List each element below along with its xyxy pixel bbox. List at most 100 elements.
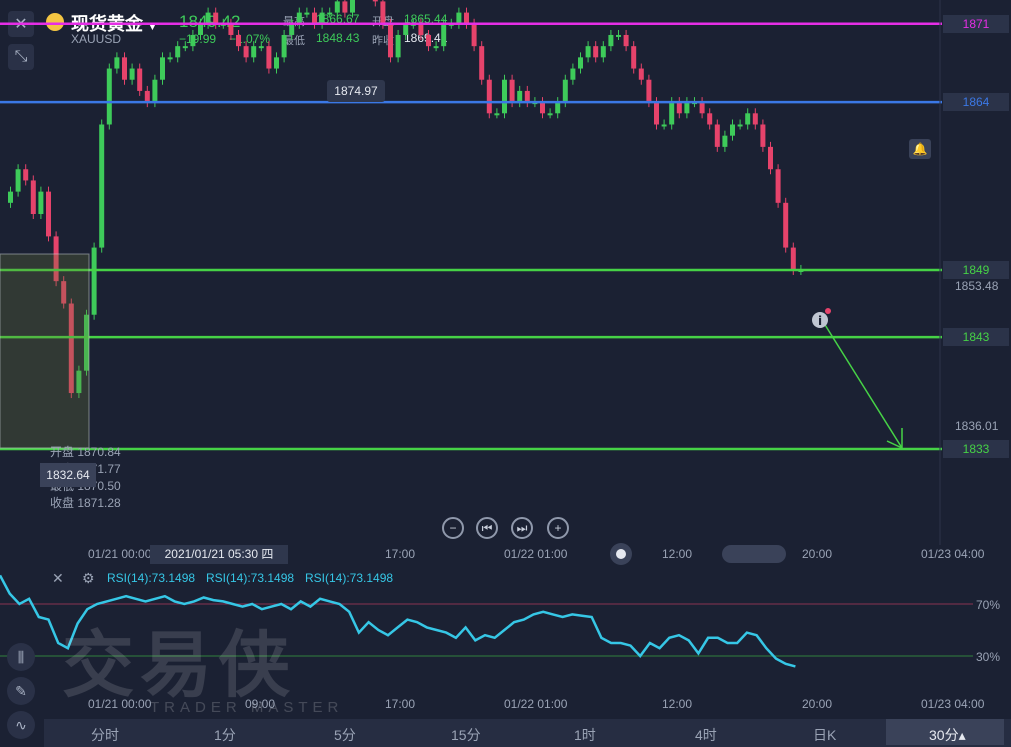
candle-body[interactable] [205,12,211,24]
candle-body[interactable] [198,23,203,35]
candle-body[interactable] [524,90,530,103]
tab-timeframe[interactable]: 5分 [334,725,356,745]
candle-body[interactable] [676,102,682,114]
candle-body[interactable] [517,90,523,103]
candle-body[interactable] [486,79,492,114]
candle-body[interactable] [707,113,713,125]
candle-body[interactable] [464,12,469,24]
candle-body[interactable] [441,23,447,47]
candle-body[interactable] [775,169,781,203]
candle-body[interactable] [8,191,13,203]
candle-body[interactable] [296,12,302,24]
tab-timeframe[interactable]: 1时 [574,725,596,745]
candle-body[interactable] [190,34,196,47]
candle-body[interactable] [578,57,583,69]
candle-body[interactable] [46,191,51,237]
candle-body[interactable] [266,46,272,69]
candle-body[interactable] [479,46,485,80]
candle-body[interactable] [38,191,44,215]
candle-body[interactable] [30,180,36,215]
candle-body[interactable] [600,46,606,58]
candle-body[interactable] [502,79,507,114]
event-markers[interactable] [722,545,786,563]
candle-body[interactable] [494,113,500,116]
candle-body[interactable] [327,12,333,15]
candle-body[interactable] [426,34,431,47]
candle-body[interactable] [274,57,279,69]
scroll-end-button[interactable]: ⏭ [511,517,533,539]
gear-icon[interactable]: ⚙ [82,570,95,587]
candle-body[interactable] [106,68,112,125]
candle-body[interactable] [418,23,424,35]
close-indicator-icon[interactable]: ✕ [52,570,64,587]
candle-body[interactable] [403,23,409,35]
candle-body[interactable] [540,102,545,114]
candle-body[interactable] [243,46,249,58]
playback-toggle[interactable] [610,543,632,565]
candle-body[interactable] [509,79,515,103]
candle-body[interactable] [471,23,477,47]
bell-icon[interactable]: 🔔 [909,139,931,159]
candle-body[interactable] [661,124,667,127]
candle-body[interactable] [380,1,386,24]
candle-body[interactable] [350,0,355,13]
candle-body[interactable] [456,12,462,24]
candle-body[interactable] [714,124,720,147]
candle-body[interactable] [730,124,735,136]
candle-body[interactable] [388,23,393,58]
draw-tool-button[interactable]: ✎ [7,677,35,705]
candle-body[interactable] [783,202,789,248]
tab-timeframe[interactable]: 分时 [91,725,119,745]
candle-body[interactable] [152,79,158,103]
candle-body[interactable] [342,1,348,13]
tab-timeframe-active[interactable]: 30分▴ [929,725,966,745]
candle-body[interactable] [593,46,599,58]
tab-timeframe[interactable]: 日K [813,725,836,745]
candle-body[interactable] [91,247,97,315]
zoom-in-button[interactable]: + [547,517,569,539]
candle-body[interactable] [395,34,401,58]
tab-timeframe[interactable]: 15分 [451,725,481,745]
candle-body[interactable] [547,113,553,116]
candle-body[interactable] [334,1,340,13]
candle-body[interactable] [737,124,743,127]
candle-body[interactable] [562,79,568,103]
scroll-start-button[interactable]: ⏮ [476,517,498,539]
candle-body[interactable] [312,12,317,24]
candle-body[interactable] [319,12,325,24]
candle-body[interactable] [616,34,621,37]
candle-body[interactable] [570,68,576,80]
candle-body[interactable] [745,113,751,125]
candle-body[interactable] [555,102,561,114]
candle-body[interactable] [684,102,690,114]
candle-body[interactable] [213,12,219,24]
candle-body[interactable] [23,169,29,181]
candle-body[interactable] [289,23,295,35]
candle-body[interactable] [175,46,181,58]
candle-body[interactable] [623,34,629,47]
candle-body[interactable] [182,46,188,49]
candle-body[interactable] [585,46,591,58]
tab-timeframe[interactable]: 4时 [695,725,717,745]
candle-body[interactable] [752,113,758,125]
candle-body[interactable] [144,90,150,103]
candle-body[interactable] [304,12,310,15]
candle-body[interactable] [114,57,120,69]
candle-body[interactable] [433,46,439,49]
candle-body[interactable] [258,46,264,49]
candle-body[interactable] [99,124,105,248]
candle-body[interactable] [236,34,241,47]
candle-body[interactable] [251,46,257,58]
candle-body[interactable] [160,57,165,80]
candle-body[interactable] [122,57,127,80]
candle-body[interactable] [15,169,21,192]
candle-body[interactable] [281,34,287,58]
candle-body[interactable] [722,135,728,147]
candle-body[interactable] [608,34,614,47]
candle-body[interactable] [646,79,652,103]
candle-body[interactable] [699,102,705,114]
candle-body[interactable] [228,23,234,35]
candle-body[interactable] [768,146,773,170]
indicator-tool-button[interactable]: ∿ [7,711,35,739]
candle-body[interactable] [372,0,378,2]
